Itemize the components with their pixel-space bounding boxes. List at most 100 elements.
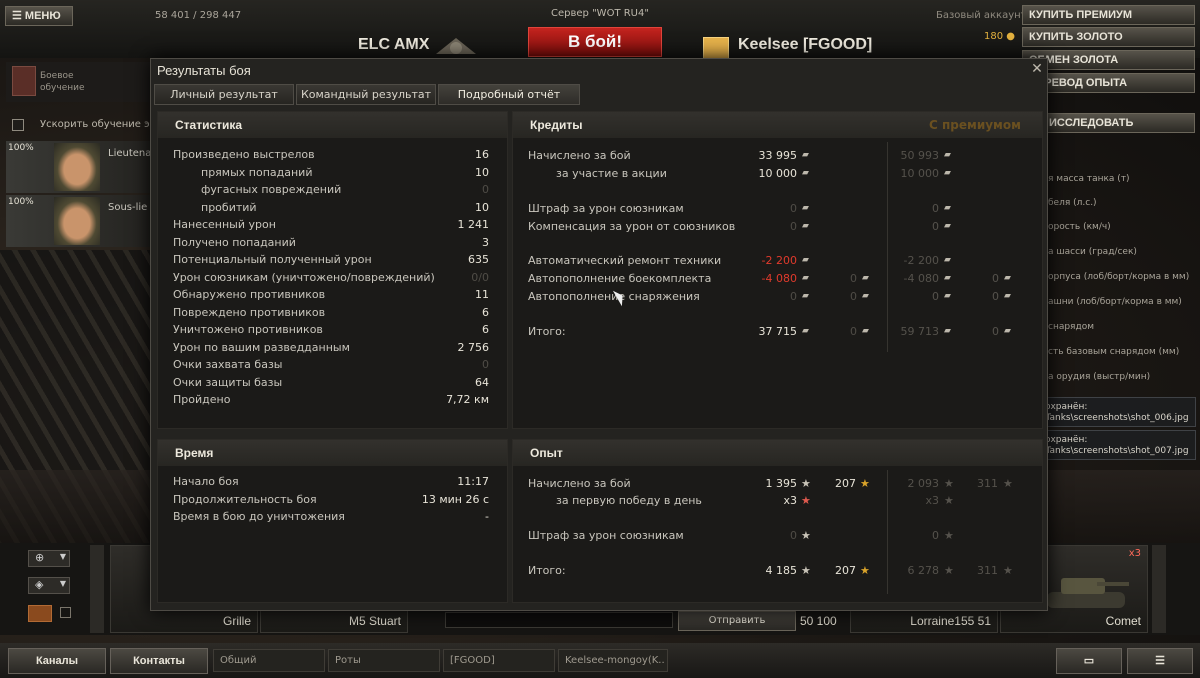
- channels-button[interactable]: Каналы: [8, 648, 106, 674]
- account-type: Базовый аккаунт: [936, 10, 1027, 21]
- vehicle-stat: орпуса (лоб/борт/корма в мм): [1048, 272, 1190, 282]
- chat-tab[interactable]: Keelsee-mongoy(K..: [558, 649, 668, 672]
- xp-value: 0: [790, 529, 797, 542]
- premium-credit-value: 10 000: [900, 167, 940, 180]
- crew-rank: Lieutena: [108, 148, 152, 159]
- credit-value: -4 080: [761, 272, 797, 285]
- accelerate-checkbox[interactable]: [12, 119, 24, 131]
- tab-personal[interactable]: Личный результат: [154, 84, 294, 105]
- credit-icon: ▰: [944, 150, 951, 160]
- tank-type-icon: ◈: [35, 578, 44, 591]
- stat-value: 1 241: [457, 218, 490, 231]
- time-label: Начало боя: [173, 475, 239, 488]
- crew-member[interactable]: 100% Lieutena: [6, 141, 154, 193]
- stat-label: Получено попаданий: [173, 235, 296, 249]
- tank-xp: 50 100: [800, 614, 837, 628]
- credit-label: Штраф за урон союзникам: [528, 202, 684, 215]
- credit-label: за участие в акции: [556, 167, 667, 180]
- credit-value: 0: [790, 202, 797, 215]
- stat-value: 3: [482, 235, 489, 249]
- xp-star-icon: ★: [944, 529, 954, 542]
- credit-icon: ▰: [802, 168, 809, 178]
- chevron-down-icon: ▼: [59, 579, 66, 588]
- premium-credit-value: -2 200: [903, 254, 939, 267]
- xp-label: Итого:: [528, 564, 566, 577]
- list-icon[interactable]: ☰: [1127, 648, 1193, 674]
- credit-value: 0: [790, 290, 797, 303]
- tab-detailed[interactable]: Подробный отчёт: [438, 84, 580, 105]
- tank-name: Lorraine155 51: [910, 614, 991, 628]
- chat-tab[interactable]: Роты: [328, 649, 440, 672]
- xp-star-icon: ★: [801, 529, 811, 542]
- buy-premium-button[interactable]: КУПИТЬ ПРЕМИУМ: [1022, 5, 1195, 25]
- premium-free-xp-value: 311: [977, 477, 998, 490]
- tank-name: Comet: [1105, 614, 1141, 628]
- stat-value: 635: [468, 253, 489, 266]
- tab-team[interactable]: Командный результат: [296, 84, 436, 105]
- credit-value: 10 000: [758, 167, 798, 180]
- xp-label: Штраф за урон союзникам: [528, 529, 684, 542]
- vehicle-stat: орость (км/ч): [1048, 222, 1111, 232]
- stat-label: Повреждено противников: [173, 305, 326, 319]
- vehicle-stat: я масса танка (т): [1048, 174, 1130, 184]
- buy-gold-button[interactable]: КУПИТЬ ЗОЛОТО: [1022, 27, 1195, 47]
- xp-star-icon: ★: [801, 494, 811, 507]
- chat-input[interactable]: [445, 612, 673, 628]
- crew-member[interactable]: 100% Sous-lie: [6, 195, 154, 247]
- menu-button[interactable]: ☰ МЕНЮ: [5, 6, 73, 26]
- free-xp-star-icon: ★: [1003, 477, 1013, 490]
- ready-filter-icon[interactable]: [28, 605, 52, 622]
- stat-value: 7,72 км: [446, 393, 489, 406]
- credit-icon: ▰: [802, 203, 809, 213]
- menu-label: МЕНЮ: [24, 10, 61, 22]
- credit-label: Итого:: [528, 325, 566, 338]
- stat-label: Пройдено: [173, 393, 231, 406]
- credit-value: -2 200: [761, 254, 797, 267]
- premium-credit-extra: 0: [992, 272, 999, 285]
- to-battle-button[interactable]: В бой!: [528, 27, 662, 57]
- stat-label: Очки захвата базы: [173, 358, 283, 371]
- menu-icon: ☰: [12, 10, 25, 22]
- crew-skill-pct: 100%: [8, 143, 34, 153]
- premium-credit-value: 50 993: [900, 149, 940, 162]
- carousel-left-arrow[interactable]: [90, 545, 104, 633]
- contacts-button[interactable]: Контакты: [110, 648, 208, 674]
- nation-filter[interactable]: ⊕ ▼: [28, 550, 70, 567]
- stat-label: фугасных повреждений: [201, 183, 342, 196]
- tank-name: Grille: [222, 614, 251, 628]
- premium-xp-value: 2 093: [907, 477, 940, 490]
- research-button[interactable]: ИССЛЕДОВАТЬ: [1042, 113, 1195, 133]
- xp-value: 1 395: [765, 477, 798, 490]
- type-filter[interactable]: ◈ ▼: [28, 577, 70, 594]
- vehicle-stat: ашни (лоб/борт/корма в мм): [1048, 297, 1182, 307]
- stat-label: Нанесенный урон: [173, 218, 276, 231]
- gold-amount: 180 ●: [984, 31, 1016, 42]
- stat-label: Произведено выстрелов: [173, 148, 315, 161]
- player-name: Keelsee [FGOOD]: [738, 36, 873, 53]
- credit-label: Автоматический ремонт техники: [528, 254, 722, 267]
- crew-portrait: [54, 197, 100, 245]
- training-label: Боевое обучение: [40, 71, 85, 93]
- premium-credit-value: 0: [932, 202, 939, 215]
- credit-value: 0: [790, 220, 797, 233]
- chat-tab[interactable]: [FGOOD]: [443, 649, 555, 672]
- chat-icon[interactable]: ▭: [1056, 648, 1122, 674]
- chat-tab[interactable]: Общий: [213, 649, 325, 672]
- credit-value: 33 995: [758, 149, 798, 162]
- credit-icon: ▰: [944, 255, 951, 265]
- stat-label: пробитий: [201, 200, 257, 214]
- stat-value: 10: [475, 200, 489, 214]
- stat-value: 0: [482, 358, 489, 371]
- free-xp-star-icon: ★: [1003, 564, 1013, 577]
- send-button[interactable]: Отправить: [678, 611, 796, 631]
- premium-credit-extra: 0: [992, 325, 999, 338]
- crew-portrait: [54, 143, 100, 191]
- carousel-right-arrow[interactable]: [1152, 545, 1166, 633]
- credit-icon: ▰: [1004, 291, 1011, 301]
- vehicle-stat: сть базовым снарядом (мм): [1048, 347, 1180, 357]
- close-icon[interactable]: ✕: [1030, 62, 1044, 76]
- credit-icon: ▰: [802, 150, 809, 160]
- ready-filter-checkbox[interactable]: [60, 607, 71, 618]
- vehicle-stat: беля (л.с.): [1048, 198, 1097, 208]
- accelerate-label: Ускорить обучение эки: [40, 119, 163, 130]
